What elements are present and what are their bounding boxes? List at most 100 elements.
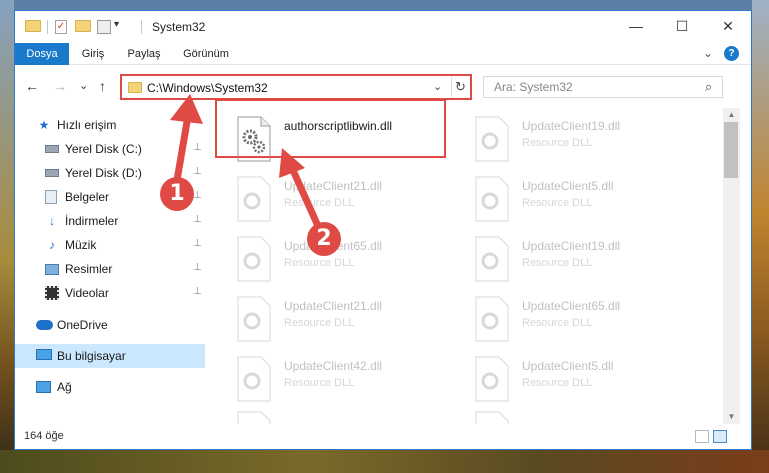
divider (47, 20, 48, 34)
sidebar-item-network[interactable]: Ağ (15, 376, 205, 398)
file-item[interactable] (472, 408, 697, 424)
maximize-button[interactable]: ☐ (659, 11, 705, 41)
pin-icon[interactable]: ⊥ (193, 166, 202, 177)
pictures-icon (45, 264, 59, 275)
search-input[interactable]: Ara: System32 ⌕ (483, 76, 723, 98)
tab-file[interactable]: Dosya (15, 43, 69, 65)
sidebar-item-label: Videolar (65, 286, 109, 300)
search-placeholder: Ara: System32 (494, 80, 573, 94)
file-item[interactable]: UpdateClient42.dll Resource DLL (234, 353, 459, 411)
dll-file-icon (237, 176, 271, 222)
file-item[interactable]: UpdateClient65.dll Resource DLL (472, 293, 697, 351)
up-button[interactable]: ↑ (99, 78, 106, 94)
tab-view[interactable]: Görünüm (175, 43, 237, 65)
file-name: UpdateClient21.dll (284, 179, 383, 193)
dll-file-icon (237, 411, 271, 424)
sidebar-item-videos[interactable]: Videolar ⊥ (15, 282, 205, 304)
dll-file-icon (475, 411, 509, 424)
sidebar-item-label: Yerel Disk (D:) (65, 166, 142, 180)
computer-icon (36, 349, 52, 360)
file-name: UpdateClient42.dll (284, 359, 383, 373)
tab-share[interactable]: Paylaş (119, 43, 169, 65)
music-icon: ♪ (49, 238, 55, 252)
details-view-icon[interactable] (695, 430, 709, 443)
large-icons-view-icon[interactable] (713, 430, 727, 443)
address-bar[interactable]: C:\Windows\System32 ⌄ ↻ (120, 74, 472, 100)
sidebar-item-label: Resimler (65, 262, 113, 276)
file-type: Resource DLL (522, 317, 593, 329)
navigation-pane: ★ Hızlı erişim Yerel Disk (C:) ⊥ Yerel D… (15, 108, 207, 424)
customize-icon[interactable] (97, 20, 111, 34)
desktop-wallpaper-left (0, 0, 14, 473)
sidebar-item-label: Yerel Disk (C:) (65, 142, 142, 156)
sidebar-item-drive-c[interactable]: Yerel Disk (C:) ⊥ (15, 138, 205, 160)
minimize-button[interactable]: — (613, 11, 659, 41)
sidebar-item-music[interactable]: ♪ Müzik ⊥ (15, 234, 205, 256)
vertical-scrollbar[interactable]: ▲ ▼ (723, 108, 740, 424)
file-item[interactable]: UpdateClient19.dll Resource DLL (472, 233, 697, 291)
documents-icon (45, 190, 57, 204)
sidebar-item-this-pc[interactable]: Bu bilgisayar (15, 344, 205, 368)
chevron-down-icon[interactable]: ⌄ (433, 80, 442, 93)
file-item[interactable]: UpdateClient21.dll Resource DLL (234, 173, 459, 231)
file-item[interactable] (234, 408, 459, 424)
pin-icon[interactable]: ⊥ (193, 262, 202, 273)
highlight-box (215, 99, 446, 158)
drive-icon (45, 145, 59, 153)
drive-icon (45, 169, 59, 177)
pin-icon[interactable]: ⊥ (193, 214, 202, 225)
help-icon[interactable]: ? (724, 46, 739, 61)
sidebar-item-onedrive[interactable]: OneDrive (15, 314, 205, 336)
qa-dropdown-icon[interactable]: ▾ (114, 19, 119, 30)
ribbon-tabs: Dosya Giriş Paylaş Görünüm ⌄ ? (15, 43, 751, 65)
file-item[interactable]: UpdateClient65.dll Resource DLL (234, 233, 459, 291)
desktop-wallpaper-bottom (0, 450, 769, 473)
scroll-thumb[interactable] (724, 122, 738, 178)
file-type: Resource DLL (522, 257, 593, 269)
sidebar-item-label: Müzik (65, 238, 97, 252)
dll-file-icon (475, 176, 509, 222)
recent-locations-button[interactable]: ⌄ (79, 79, 88, 92)
file-name: UpdateClient5.dll (522, 359, 614, 373)
sidebar-item-quick-access[interactable]: ★ Hızlı erişim (15, 114, 205, 136)
refresh-button[interactable]: ↻ (451, 77, 469, 97)
tab-home[interactable]: Giriş (73, 43, 113, 65)
file-item[interactable]: UpdateClient5.dll Resource DLL (472, 173, 697, 231)
chevron-down-icon[interactable]: ⌄ (703, 46, 713, 60)
sidebar-item-pictures[interactable]: Resimler ⊥ (15, 258, 205, 280)
new-folder-icon[interactable] (75, 20, 91, 32)
pin-icon[interactable]: ⊥ (193, 190, 202, 201)
back-button[interactable]: ← (25, 78, 39, 94)
sidebar-item-label: Hızlı erişim (57, 118, 117, 132)
file-type: Resource DLL (284, 377, 355, 389)
file-item[interactable]: UpdateClient19.dll Resource DLL (472, 113, 697, 171)
file-item[interactable]: UpdateClient5.dll Resource DLL (472, 353, 697, 411)
file-name: UpdateClient21.dll (284, 299, 383, 313)
videos-icon (45, 286, 59, 300)
dll-file-icon (475, 296, 509, 342)
dll-file-icon (237, 296, 271, 342)
pin-icon[interactable]: ⊥ (193, 286, 202, 297)
properties-icon[interactable]: ✓ (55, 20, 67, 34)
pin-icon[interactable]: ⊥ (193, 238, 202, 249)
desktop-wallpaper-right (752, 0, 769, 473)
file-type: Resource DLL (284, 197, 355, 209)
close-button[interactable]: ✕ (705, 11, 751, 41)
file-type: Resource DLL (522, 137, 593, 149)
forward-button[interactable]: → (53, 78, 67, 94)
sidebar-item-label: Belgeler (65, 190, 110, 204)
search-icon[interactable]: ⌕ (705, 79, 712, 95)
network-icon (36, 381, 51, 393)
cloud-icon (36, 320, 53, 330)
scroll-up-icon[interactable]: ▲ (723, 108, 740, 122)
pin-icon[interactable]: ⊥ (193, 142, 202, 153)
file-type: Resource DLL (284, 257, 355, 269)
address-path[interactable]: C:\Windows\System32 (147, 81, 268, 95)
file-name: UpdateClient19.dll (522, 239, 621, 253)
dll-file-icon (237, 356, 271, 402)
dll-file-icon (475, 116, 509, 162)
sidebar-item-downloads[interactable]: ↓ İndirmeler ⊥ (15, 210, 205, 232)
scroll-down-icon[interactable]: ▼ (723, 410, 740, 424)
file-item[interactable]: UpdateClient21.dll Resource DLL (234, 293, 459, 351)
file-name: UpdateClient65.dll (522, 299, 621, 313)
